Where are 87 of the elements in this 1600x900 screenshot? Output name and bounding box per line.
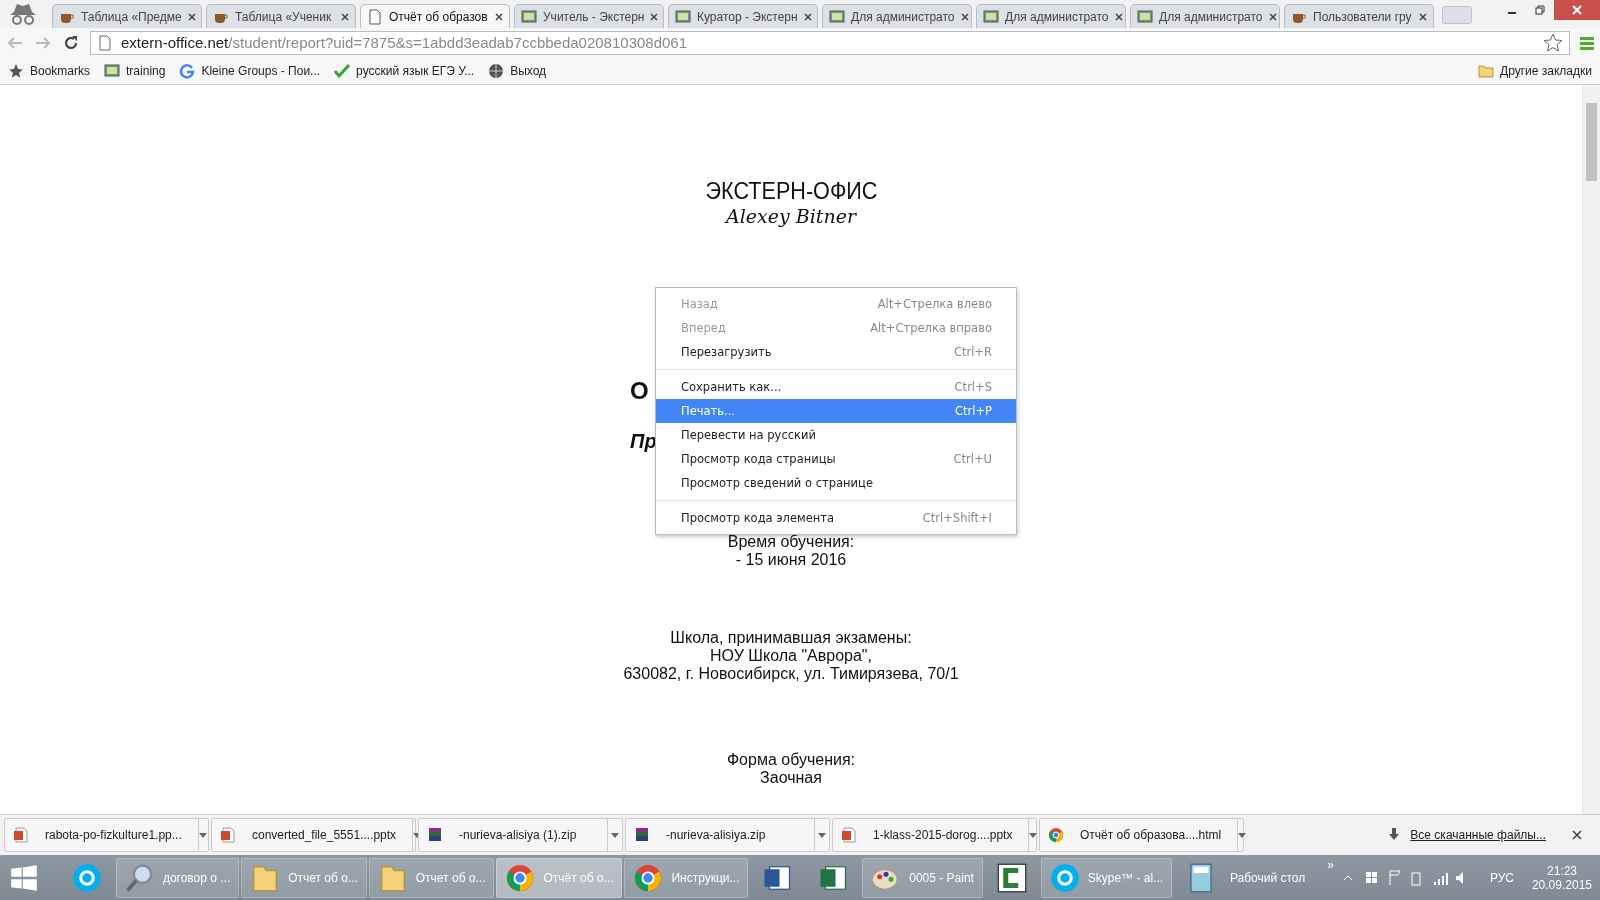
dropdown-icon[interactable] bbox=[611, 832, 619, 838]
check-icon bbox=[334, 62, 351, 79]
board-icon bbox=[104, 62, 121, 79]
archive-icon bbox=[427, 827, 443, 843]
close-tab-icon[interactable] bbox=[803, 12, 812, 21]
board-icon bbox=[521, 8, 537, 25]
logo-signature: Alexey Bitner bbox=[726, 205, 856, 227]
menu-item[interactable]: Перевести на русский bbox=[656, 423, 1016, 447]
windows-logo-icon[interactable] bbox=[10, 863, 38, 892]
close-icon[interactable] bbox=[1554, 0, 1600, 20]
close-tab-icon[interactable] bbox=[495, 12, 503, 21]
browser-tab[interactable]: Для администрато bbox=[822, 4, 972, 28]
chrome-icon bbox=[1048, 827, 1064, 843]
c-logo-icon bbox=[996, 862, 1027, 893]
dropdown-icon[interactable] bbox=[1238, 832, 1247, 838]
scrollbar[interactable] bbox=[1582, 85, 1600, 814]
close-tab-icon[interactable] bbox=[187, 12, 196, 21]
browser-tab[interactable]: Куратор - Экстерн bbox=[668, 4, 818, 28]
star-icon[interactable] bbox=[1543, 32, 1563, 53]
report-line: Заочная bbox=[760, 769, 822, 787]
menu-item[interactable]: Сохранить как... Ctrl+S bbox=[656, 375, 1016, 399]
report-subheading: Пр bbox=[630, 430, 657, 453]
all-downloads-link[interactable]: Все скачанные файлы... bbox=[1386, 827, 1546, 843]
menu-item[interactable]: Просмотр кода элемента Ctrl+Shift+I bbox=[656, 506, 1016, 530]
browser-tab[interactable]: Пользователи гру bbox=[1284, 4, 1434, 28]
chrome-icon bbox=[505, 862, 536, 893]
globe-icon bbox=[488, 62, 505, 79]
close-tab-icon[interactable] bbox=[1114, 12, 1123, 21]
report-line: 630082, г. Новосибирск, ул. Тимирязева, 70/1 bbox=[623, 665, 959, 683]
page-icon bbox=[367, 8, 383, 25]
dropdown-icon[interactable] bbox=[818, 832, 826, 838]
reload-icon[interactable] bbox=[62, 33, 80, 52]
close-tab-icon[interactable] bbox=[960, 12, 969, 21]
url-text: extern-office.net/student/report?uid=7875&s=1abdd3eadab7ccbbeda020810308d061 bbox=[121, 34, 689, 51]
menu-item[interactable]: Просмотр кода страницы Ctrl+U bbox=[656, 447, 1016, 471]
bookmark-folder[interactable]: Другие закладки bbox=[1478, 62, 1592, 79]
magnifier-icon bbox=[124, 862, 155, 893]
bookmark-item[interactable]: Выход bbox=[488, 62, 547, 79]
g-logo-icon bbox=[179, 62, 196, 79]
report-line: Школа, принимавшая экзамены: bbox=[670, 629, 912, 647]
report-line: НОУ Школа "Аврора", bbox=[710, 647, 872, 665]
board-icon bbox=[1137, 8, 1153, 25]
browser-tab[interactable]: Для администрато bbox=[976, 4, 1126, 28]
download-item[interactable]: -nurieva-alisiya (1).zip bbox=[418, 818, 623, 852]
download-item[interactable]: 1-klass-2015-dorog....pptx bbox=[832, 818, 1037, 852]
close-tab-icon[interactable] bbox=[341, 12, 349, 21]
board-icon bbox=[675, 8, 691, 25]
download-item[interactable]: converted_file_5551....pptx bbox=[211, 818, 416, 852]
menu-icon[interactable] bbox=[1580, 35, 1594, 50]
board-icon bbox=[829, 8, 845, 25]
bookmark-item[interactable]: training bbox=[104, 62, 166, 79]
close-tab-icon[interactable] bbox=[1419, 12, 1427, 21]
address-bar[interactable]: extern-office.net/student/report?uid=7875&s=1abdd3eadab7ccbbeda020810308d061 bbox=[90, 30, 1570, 55]
close-tab-icon[interactable] bbox=[650, 12, 659, 21]
star-icon bbox=[8, 62, 24, 79]
page-icon bbox=[97, 34, 113, 51]
archive-icon bbox=[634, 827, 650, 843]
menu-item[interactable]: Печать... Ctrl+P bbox=[656, 399, 1016, 423]
bookmark-item[interactable]: Bookmarks bbox=[8, 62, 91, 79]
download-item[interactable]: Отчёт об образова....html bbox=[1039, 818, 1244, 852]
slides-file-icon bbox=[220, 827, 236, 843]
download-item[interactable]: rabota-po-fizkulture1.pp... bbox=[4, 818, 209, 852]
report-line: Форма обучения: bbox=[726, 751, 856, 769]
report-line: - 15 июня 2016 bbox=[735, 551, 847, 569]
menu-item[interactable]: Перезагрузить Ctrl+R bbox=[656, 340, 1016, 364]
folder-icon bbox=[1478, 62, 1495, 79]
browser-tab[interactable]: Учитель - Экстерн bbox=[514, 4, 664, 28]
slides-file-icon bbox=[841, 827, 857, 843]
report-line: Время обучения: bbox=[727, 533, 855, 551]
browser-tab[interactable]: Для администрато bbox=[1130, 4, 1280, 28]
download-item[interactable]: -nurieva-alisiya.zip bbox=[625, 818, 830, 852]
slides-file-icon bbox=[13, 827, 29, 843]
bookmark-item[interactable]: Kleine Groups - Пои... bbox=[179, 62, 321, 79]
logo-title: ЭКСТЕРН-ОФИС bbox=[705, 177, 877, 205]
board-icon bbox=[983, 8, 999, 25]
browser-tab[interactable]: Таблица «Предме bbox=[52, 4, 202, 28]
chrome-icon bbox=[633, 862, 664, 893]
dropdown-icon[interactable] bbox=[1029, 832, 1038, 838]
bookmark-item[interactable]: русский язык ЕГЭ У... bbox=[334, 62, 475, 79]
dropdown-icon[interactable] bbox=[199, 832, 208, 838]
close-tab-icon[interactable] bbox=[1268, 12, 1277, 21]
scrollbar-thumb[interactable] bbox=[1586, 103, 1597, 181]
browser-tab[interactable]: Таблица «Ученик bbox=[206, 4, 356, 28]
browser-tab[interactable]: Отчёт об образов bbox=[360, 4, 510, 28]
menu-item[interactable]: Просмотр сведений о странице bbox=[656, 471, 1016, 495]
close-icon[interactable] bbox=[1572, 830, 1582, 840]
report-heading: О bbox=[630, 377, 649, 405]
